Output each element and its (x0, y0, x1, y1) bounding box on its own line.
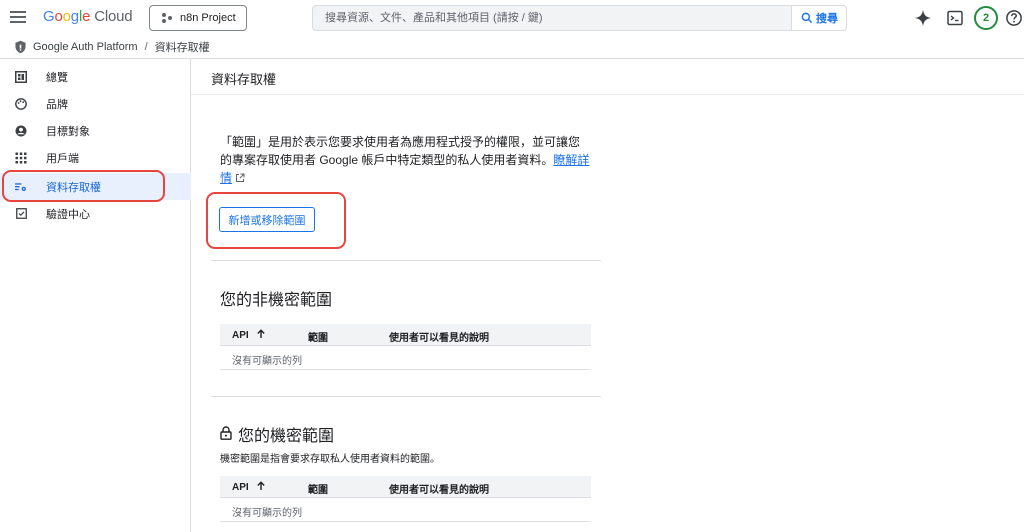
highlight-outline-sidebar (2, 170, 165, 202)
search-button[interactable]: 搜尋 (791, 6, 846, 30)
sidebar-item-audience[interactable]: 目標對象 (0, 117, 191, 144)
breadcrumb: Google Auth Platform / 資料存取權 (14, 37, 210, 56)
breadcrumb-current: 資料存取權 (154, 41, 210, 54)
column-header-scope[interactable]: 範圍 (308, 481, 328, 496)
breadcrumb-root[interactable]: Google Auth Platform (33, 41, 138, 53)
apps-grid-icon (15, 152, 27, 164)
menu-icon[interactable] (10, 11, 26, 24)
sensitive-table-header: API 範圍 使用者可以看見的說明 (220, 476, 591, 498)
sidebar-item-label: 驗證中心 (46, 208, 90, 221)
sidebar-item-label: 用戶端 (46, 152, 79, 165)
column-header-scope[interactable]: 範圍 (308, 329, 328, 344)
empty-message: 沒有可顯示的列 (232, 356, 302, 367)
sidebar-item-branding[interactable]: 品牌 (0, 90, 191, 117)
column-header-api[interactable]: API (232, 481, 266, 493)
sidebar-item-clients[interactable]: 用戶端 (0, 144, 191, 171)
search-bar: 搜尋 (312, 5, 847, 31)
section-divider (211, 396, 601, 397)
page-header: 資料存取權 (191, 59, 1024, 95)
external-link-icon (236, 173, 245, 182)
cloud-shell-icon[interactable] (946, 9, 964, 27)
non-sensitive-table-header: API 範圍 使用者可以看見的說明 (220, 324, 591, 346)
description-text: 「範圍」是用於表示您要求使用者為應用程式授予的權限，並可讓您的專案存取使用者 G… (220, 135, 581, 167)
column-header-user-facing-description[interactable]: 使用者可以看見的說明 (389, 481, 489, 496)
dashboard-icon (15, 70, 27, 83)
non-sensitive-scopes-title: 您的非機密範圍 (220, 292, 333, 309)
page-description: 「範圍」是用於表示您要求使用者為應用程式授予的權限，並可讓您的專案存取使用者 G… (220, 133, 590, 187)
sidebar-item-label: 目標對象 (46, 125, 90, 138)
logo-product: Cloud (94, 8, 133, 25)
project-icon (162, 13, 172, 23)
sidebar: 總覽 品牌 目標對象 用戶端 資料存取權 驗證中心 (0, 59, 191, 532)
column-header-api[interactable]: API (232, 329, 266, 341)
section-divider (211, 260, 601, 261)
sidebar-item-label: 品牌 (46, 98, 68, 111)
arrow-up-icon (256, 329, 265, 338)
search-icon (801, 12, 813, 24)
avatar[interactable]: 2 (974, 6, 998, 30)
shield-icon (15, 40, 26, 53)
search-input[interactable] (313, 6, 791, 30)
project-picker-button[interactable]: n8n Project (149, 5, 247, 31)
palette-icon (15, 97, 27, 110)
sensitive-scopes-title: 您的機密範圍 (238, 428, 335, 445)
arrow-up-icon (256, 481, 265, 490)
lock-icon (220, 426, 232, 440)
checkbox-icon (15, 208, 27, 220)
column-label: API (232, 330, 249, 341)
empty-message: 沒有可顯示的列 (232, 508, 302, 519)
sidebar-item-label: 總覽 (46, 71, 68, 84)
sidebar-item-overview[interactable]: 總覽 (0, 63, 191, 90)
column-header-user-facing-description[interactable]: 使用者可以看見的說明 (389, 329, 489, 344)
table-empty-row: 沒有可顯示的列 (220, 498, 591, 522)
help-icon[interactable] (1005, 9, 1023, 27)
sensitive-scopes-description: 機密範圍是指會要求存取私人使用者資料的範圍。 (220, 454, 440, 465)
gemini-sparkle-icon[interactable] (914, 9, 932, 27)
top-bar: GoogleCloud n8n Project 搜尋 2 (0, 0, 1024, 36)
table-empty-row: 沒有可顯示的列 (220, 346, 591, 370)
search-button-label: 搜尋 (816, 13, 838, 25)
column-label: API (232, 482, 249, 493)
project-name: n8n Project (180, 12, 236, 24)
breadcrumb-separator: / (144, 40, 148, 53)
sidebar-item-verification-center[interactable]: 驗證中心 (0, 200, 191, 227)
highlight-outline-button (206, 192, 346, 249)
google-cloud-logo[interactable]: Google Cloud (43, 8, 133, 25)
account-circle-icon (15, 125, 27, 137)
page-title: 資料存取權 (211, 72, 277, 87)
